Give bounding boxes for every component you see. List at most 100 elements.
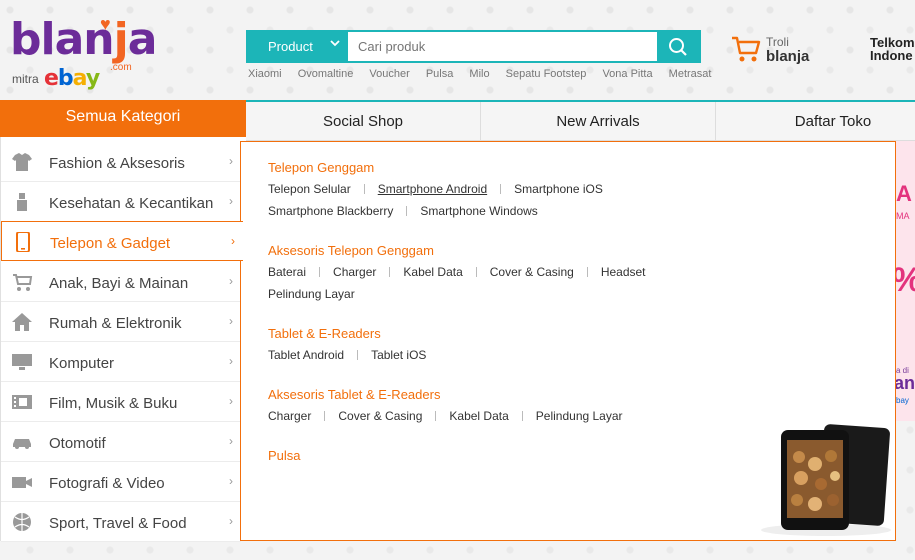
category-item-sport[interactable]: Sport, Travel & Food › [1,502,241,542]
logo-wordmark: blanja [10,14,157,65]
ebay-logo: ebay [44,66,100,91]
category-label: Fotografi & Video [49,475,165,492]
category-item-fashion[interactable]: Fashion & Aksesoris › [1,142,241,182]
subcategory-link[interactable]: Smartphone Blackberry [268,204,393,218]
camera-icon [12,477,32,488]
keyword-link[interactable]: Pulsa [426,68,454,80]
logo-heart-icon: ♥ [100,14,111,34]
phone-icon [16,232,30,252]
search-button[interactable] [657,32,699,61]
category-item-komputer[interactable]: Komputer › [1,342,241,382]
subcategory-link[interactable]: Kabel Data [403,265,462,279]
section-title-aksesoris-telepon[interactable]: Aksesoris Telepon Genggam [268,243,434,258]
section-row: Pelindung Layar [268,287,355,301]
chevron-right-icon: › [229,354,233,368]
keyword-link[interactable]: Sepatu Footstep [506,68,587,80]
subcategory-link[interactable]: Headset [601,265,646,279]
category-item-otomotif[interactable]: Otomotif › [1,422,241,462]
search-category-label: Product [268,39,313,54]
subcategory-link[interactable]: Kabel Data [449,409,508,423]
subcategory-link[interactable]: Charger [268,409,311,423]
category-item-film[interactable]: Film, Musik & Buku › [1,382,241,422]
category-label: Kesehatan & Kecantikan [49,195,214,212]
telkom-line2: Indone [870,48,913,63]
subcategory-link[interactable]: Telepon Selular [268,182,351,196]
category-mega-menu: Telepon Genggam Telepon Selular Smartphon… [240,141,896,541]
monitor-icon [12,354,32,370]
promo-banner[interactable]: A MA % a di an bay [896,141,915,421]
category-item-rumah[interactable]: Rumah & Elektronik › [1,302,241,342]
section-title-tablet[interactable]: Tablet & E-Readers [268,326,381,341]
blanja-logo[interactable]: blanja ♥ .com mitra ebay [10,14,157,92]
keyword-link[interactable]: Ovomaltine [298,68,354,80]
tablet-product-image [761,424,891,536]
tab-social-shop[interactable]: Social Shop [246,102,481,141]
search-category-dropdown[interactable]: Product [248,32,348,61]
subcategory-link[interactable]: Baterai [268,265,306,279]
chevron-down-icon [330,38,340,51]
promo-text: A [896,181,912,206]
house-icon [12,313,32,331]
cart-button[interactable]: Troli blanja [730,34,820,68]
keyword-link[interactable]: Metrasat [669,68,712,80]
keyword-link[interactable]: Xiaomi [248,68,282,80]
category-label: Otomotif [49,435,106,452]
shirt-icon [12,153,32,171]
telkom-logo[interactable]: Telkom Indone [870,36,915,62]
keyword-link[interactable]: Voucher [369,68,409,80]
category-item-anak[interactable]: Anak, Bayi & Mainan › [1,262,241,302]
chevron-right-icon: › [229,154,233,168]
chevron-right-icon: › [229,194,233,208]
promo-text: bay [896,396,909,405]
category-label: Komputer [49,355,115,372]
cart-brand: blanja [766,48,810,65]
category-sidebar: Fashion & Aksesoris › Kesehatan & Kecant… [0,137,246,542]
nav-tabs: Social Shop New Arrivals Daftar Toko [246,100,915,141]
subcategory-link[interactable]: Charger [333,265,376,279]
section-row: Charger Cover & Casing Kabel Data Pelindung… [268,409,623,423]
cart-label: Troli [766,35,789,49]
chevron-right-icon: › [229,474,233,488]
section-row: Tablet Android Tablet iOS [268,348,426,362]
subcategory-link[interactable]: Pelindung Layar [536,409,623,423]
section-title-aksesoris-tablet[interactable]: Aksesoris Tablet & E-Readers [268,387,440,402]
section-title-telepon-genggam[interactable]: Telepon Genggam [268,160,374,175]
category-item-kesehatan[interactable]: Kesehatan & Kecantikan › [1,182,241,222]
subcategory-link[interactable]: Cover & Casing [490,265,574,279]
subcategory-link[interactable]: Pelindung Layar [268,287,355,301]
lipstick-icon [17,193,27,211]
subcategory-link[interactable]: Smartphone Windows [420,204,537,218]
subcategory-link[interactable]: Cover & Casing [338,409,422,423]
chevron-right-icon: › [229,394,233,408]
promo-text: an [896,373,915,393]
category-label: Fashion & Aksesoris [49,155,185,172]
category-item-telepon[interactable]: Telepon & Gadget › [1,221,243,261]
category-item-fotografi[interactable]: Fotografi & Video › [1,462,241,502]
all-categories-button[interactable]: Semua Kategori [0,100,246,137]
category-label: Anak, Bayi & Mainan [49,275,189,292]
subcategory-link[interactable]: Tablet iOS [371,348,426,362]
cart-icon [732,36,761,62]
category-label: Rumah & Elektronik [49,315,182,332]
keyword-link[interactable]: Milo [469,68,489,80]
car-icon [13,439,31,449]
promo-text: MA [896,211,910,221]
section-row: Baterai Charger Kabel Data Cover & Casing He… [268,265,646,279]
chevron-right-icon: › [229,434,233,448]
subcategory-link[interactable]: Tablet Android [268,348,344,362]
logo-mitra: mitra [12,72,39,86]
search-input[interactable] [348,32,658,61]
search-bar: Product [246,30,701,63]
subcategory-link[interactable]: Smartphone iOS [514,182,603,196]
section-row: Smartphone Blackberry Smartphone Windows [268,204,538,218]
tab-new-arrivals[interactable]: New Arrivals [481,102,716,141]
section-title-pulsa[interactable]: Pulsa [268,448,301,463]
main-nav: Semua Kategori Social Shop New Arrivals … [0,100,915,141]
promo-text: % [896,261,915,300]
subcategory-link[interactable]: Smartphone Android [378,182,487,196]
popular-keywords: Xiaomi Ovomaltine Voucher Pulsa Milo Sep… [248,68,724,80]
chevron-right-icon: › [231,234,235,248]
keyword-link[interactable]: Vona Pitta [602,68,652,80]
ball-icon [13,513,31,531]
tab-daftar-toko[interactable]: Daftar Toko [716,102,915,141]
